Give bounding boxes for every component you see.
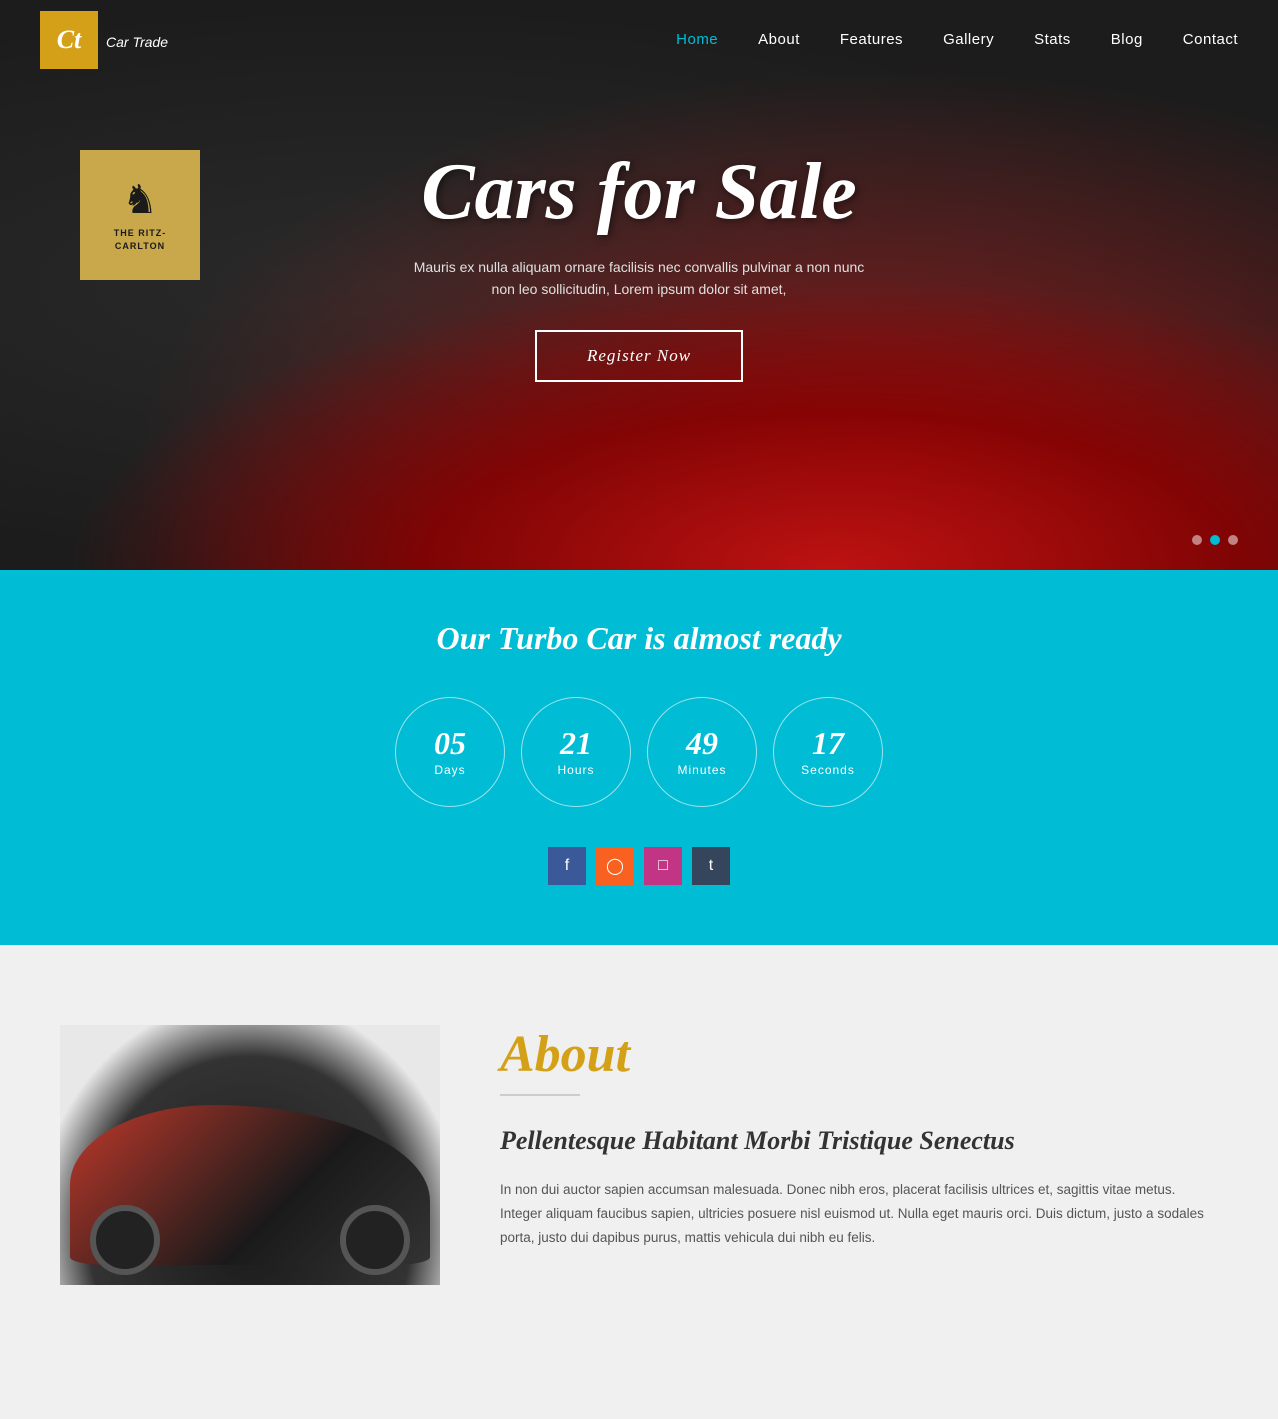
countdown-boxes: 05 Days 21 Hours 49 Minutes 17 Seconds — [0, 697, 1278, 807]
register-now-button[interactable]: Register Now — [535, 330, 743, 382]
about-heading: About — [500, 1025, 1218, 1084]
dot-2[interactable] — [1210, 535, 1220, 545]
countdown-section: Our Turbo Car is almost ready 05 Days 21… — [0, 570, 1278, 945]
slider-dots — [1192, 535, 1238, 545]
ritz-text: THE RITZ-CARLTON — [90, 227, 190, 252]
logo-letters: Ct — [57, 25, 82, 55]
hero-section: ♞ THE RITZ-CARLTON Cars for Sale Mauris … — [0, 0, 1278, 570]
about-divider — [500, 1094, 580, 1096]
days-label: Days — [434, 763, 465, 777]
nav-features[interactable]: Features — [840, 31, 903, 48]
navbar: Ct Car Trade Home About Features Gallery… — [0, 0, 1278, 80]
countdown-title: Our Turbo Car is almost ready — [0, 620, 1278, 657]
nav-contact[interactable]: Contact — [1183, 31, 1238, 48]
ritz-lion-icon: ♞ — [122, 177, 158, 223]
seconds-value: 17 — [812, 727, 844, 759]
seconds-label: Seconds — [801, 763, 855, 777]
about-text: In non dui auctor sapien accumsan malesu… — [500, 1178, 1218, 1251]
car-wheel-left — [90, 1205, 160, 1275]
nav-home[interactable]: Home — [676, 31, 718, 48]
countdown-hours: 21 Hours — [521, 697, 631, 807]
about-car-image — [60, 1025, 440, 1285]
nav-links: Home About Features Gallery Stats Blog C… — [676, 31, 1238, 49]
nav-blog[interactable]: Blog — [1111, 31, 1143, 48]
days-value: 05 — [434, 727, 466, 759]
rss-button[interactable]: ◯ — [596, 847, 634, 885]
countdown-minutes: 49 Minutes — [647, 697, 757, 807]
facebook-button[interactable]: f — [548, 847, 586, 885]
ritz-carlton-logo: ♞ THE RITZ-CARLTON — [80, 150, 200, 280]
instagram-button[interactable]: □ — [644, 847, 682, 885]
hours-value: 21 — [560, 727, 592, 759]
logo-subtitle: Car Trade — [106, 34, 168, 50]
hero-content: Cars for Sale Mauris ex nulla aliquam or… — [409, 148, 869, 383]
about-section: About Pellentesque Habitant Morbi Tristi… — [0, 945, 1278, 1365]
nav-stats[interactable]: Stats — [1034, 31, 1071, 48]
hours-label: Hours — [557, 763, 594, 777]
tumblr-button[interactable]: t — [692, 847, 730, 885]
logo[interactable]: Ct Car Trade — [40, 11, 168, 69]
minutes-value: 49 — [686, 727, 718, 759]
about-sub-heading: Pellentesque Habitant Morbi Tristique Se… — [500, 1124, 1218, 1158]
dot-1[interactable] — [1192, 535, 1202, 545]
hero-subtitle: Mauris ex nulla aliquam ornare facilisis… — [409, 256, 869, 301]
car-wheel-right — [340, 1205, 410, 1275]
nav-about[interactable]: About — [758, 31, 800, 48]
about-content: About Pellentesque Habitant Morbi Tristi… — [500, 1025, 1218, 1251]
minutes-label: Minutes — [677, 763, 726, 777]
countdown-days: 05 Days — [395, 697, 505, 807]
dot-3[interactable] — [1228, 535, 1238, 545]
countdown-seconds: 17 Seconds — [773, 697, 883, 807]
social-icons: f ◯ □ t — [0, 847, 1278, 885]
hero-title: Cars for Sale — [409, 148, 869, 236]
logo-icon: Ct — [40, 11, 98, 69]
nav-gallery[interactable]: Gallery — [943, 31, 994, 48]
